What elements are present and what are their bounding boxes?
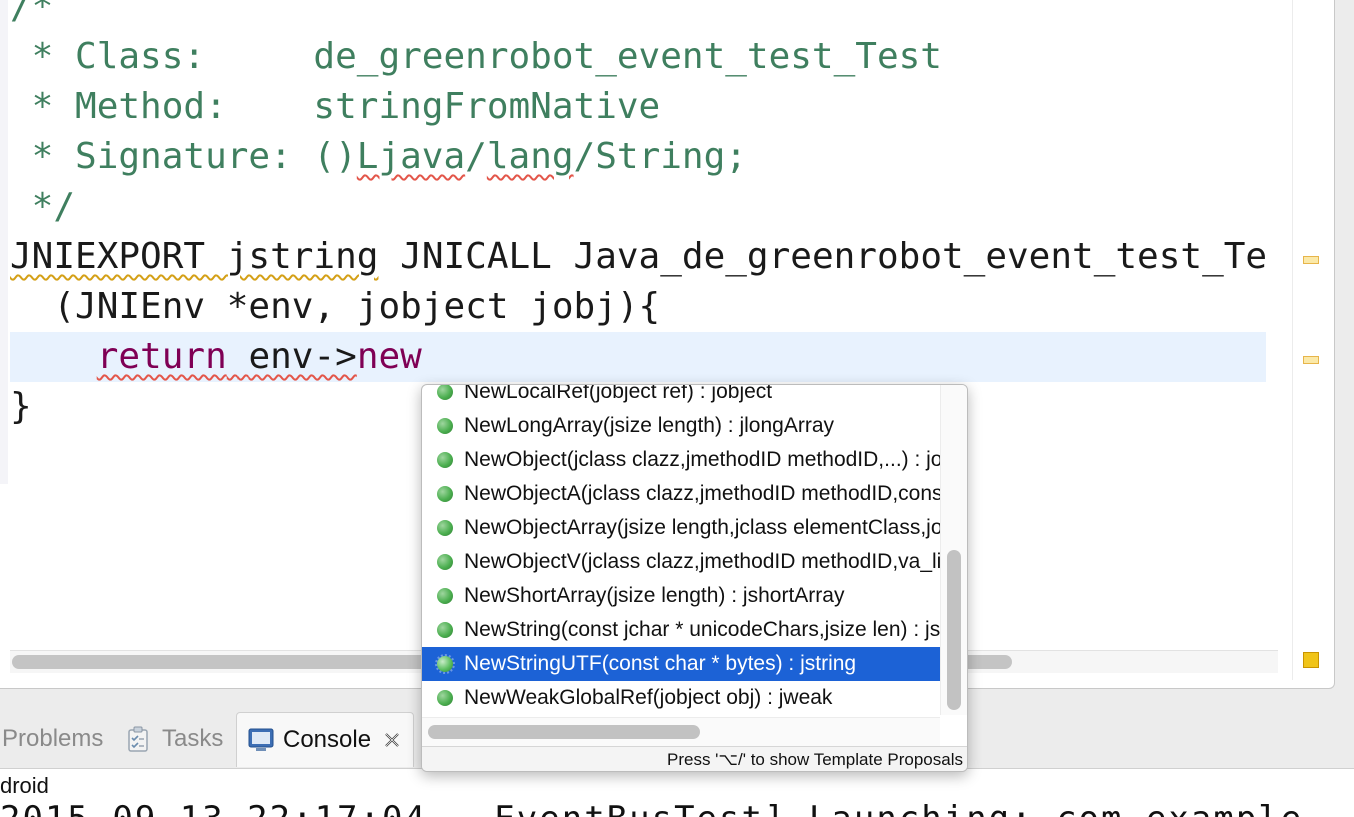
code-token: return — [96, 336, 227, 377]
code-token: } — [10, 386, 32, 427]
proposal-item[interactable]: NewObjectA(jclass clazz,jmethodID method… — [422, 477, 940, 511]
proposal-label: NewObject(jclass clazz,jmethodID methodI… — [464, 448, 940, 471]
public-method-icon — [437, 588, 453, 604]
console-icon — [247, 726, 275, 754]
public-method-icon — [437, 418, 453, 434]
proposal-label: NewObjectA(jclass clazz,jmethodID method… — [464, 482, 940, 505]
close-icon[interactable] — [381, 729, 403, 751]
popup-hscroll-thumb[interactable] — [428, 725, 700, 739]
code-line[interactable]: JNIEXPORT jstring JNICALL Java_de_greenr… — [10, 232, 1266, 282]
proposal-label: NewWeakGlobalRef(jobject obj) : jweak — [464, 686, 833, 709]
public-method-icon — [437, 452, 453, 468]
proposal-label: NewLongArray(jsize length) : jlongArray — [464, 414, 834, 437]
code-token: lang — [486, 136, 574, 177]
console-output[interactable]: droid 2015-09-13 22:17:04 - EventBusTest… — [0, 768, 1354, 817]
code-token: JNICALL Java_de_greenrobot_event_test_Te… — [400, 236, 1266, 277]
proposal-item[interactable]: NewObjectV(jclass clazz,jmethodID method… — [422, 545, 940, 579]
public-method-icon — [437, 486, 453, 502]
code-token: Ljava — [356, 136, 466, 177]
proposal-item[interactable]: NewWeakGlobalRef(jobject obj) : jweak — [422, 681, 940, 711]
proposal-item[interactable]: NewShortArray(jsize length) : jshortArra… — [422, 579, 940, 613]
editor-gutter — [0, 0, 8, 484]
tab-label: Tasks — [162, 725, 224, 752]
tab-tasks[interactable]: Tasks — [124, 712, 223, 766]
code-line[interactable]: /* — [10, 0, 1266, 32]
proposal-label: NewObjectArray(jsize length,jclass eleme… — [464, 516, 940, 539]
overview-ruler[interactable] — [1292, 0, 1329, 680]
code-token: / — [465, 136, 487, 177]
console-line: droid — [0, 773, 49, 798]
tab-label: Console — [283, 726, 372, 753]
public-method-icon — [437, 554, 453, 570]
popup-vertical-scrollbar[interactable] — [940, 385, 967, 715]
public-method-icon — [435, 654, 455, 674]
public-method-icon — [437, 622, 453, 638]
proposal-label: NewStringUTF(const char * bytes) : jstri… — [464, 652, 857, 675]
code-line[interactable]: * Signature: ()Ljava/lang/String; — [10, 132, 1266, 182]
tasks-icon — [124, 724, 154, 754]
tab-label: Problems — [2, 725, 104, 752]
proposal-item[interactable]: NewString(const jchar * unicodeChars,jsi… — [422, 613, 940, 647]
proposal-item[interactable]: NewLocalRef(jobject ref) : jobject — [422, 384, 940, 409]
code-token: */ — [10, 186, 76, 227]
tab-problems[interactable]: Problems — [2, 712, 103, 766]
proposal-item[interactable]: NewObjectArray(jsize length,jclass eleme… — [422, 511, 940, 545]
code-token: (JNIEnv *env, jobject jobj){ — [10, 286, 661, 327]
warning-marker-icon[interactable] — [1303, 256, 1319, 264]
code-token: /* — [10, 0, 54, 27]
proposal-label: NewString(const jchar * unicodeChars,jsi… — [464, 618, 940, 641]
code-line-current[interactable]: return env->new — [10, 332, 1266, 382]
proposal-item[interactable]: NewObject(jclass clazz,jmethodID methodI… — [422, 443, 940, 477]
proposal-list[interactable]: NewLocalRef(jobject ref) : jobject NewLon… — [422, 384, 940, 711]
popup-scroll-thumb[interactable] — [947, 550, 961, 710]
code-token: env-> — [248, 336, 357, 377]
tab-console[interactable]: Console — [236, 712, 415, 767]
code-line[interactable]: */ — [10, 182, 1266, 232]
proposal-label: NewShortArray(jsize length) : jshortArra… — [464, 584, 845, 607]
code-line[interactable]: (JNIEnv *env, jobject jobj){ — [10, 282, 1266, 332]
code-token: * Method: stringFromNative — [10, 86, 661, 127]
public-method-icon — [437, 520, 453, 536]
console-line: 2015-09-13 22:17:04 - EventBusTest] Laun… — [0, 799, 1303, 817]
public-method-icon — [437, 690, 453, 706]
content-assist-popup[interactable]: NewLocalRef(jobject ref) : jobject NewLon… — [421, 384, 968, 772]
code-line[interactable]: * Method: stringFromNative — [10, 82, 1266, 132]
code-line[interactable]: * Class: de_greenrobot_event_test_Test — [10, 32, 1266, 82]
proposal-label: NewLocalRef(jobject ref) : jobject — [464, 384, 773, 403]
proposal-item[interactable]: NewLongArray(jsize length) : jlongArray — [422, 409, 940, 443]
proposal-item-selected[interactable]: NewStringUTF(const char * bytes) : jstri… — [422, 647, 940, 681]
overview-status-icon[interactable] — [1303, 652, 1319, 668]
warning-marker-icon[interactable] — [1303, 356, 1319, 364]
code-token: * Signature: () — [10, 136, 357, 177]
public-method-icon — [437, 385, 453, 400]
code-token: /String; — [573, 136, 747, 177]
popup-status-hint: Press '⌥/' to show Template Proposals — [422, 746, 967, 771]
popup-horizontal-scrollbar[interactable] — [422, 717, 940, 746]
proposal-label: NewObjectV(jclass clazz,jmethodID method… — [464, 550, 940, 573]
code-token: * Class: de_greenrobot_event_test_Test — [10, 36, 942, 77]
code-token: JNIEXPORT jstring — [10, 236, 379, 277]
code-token: new — [356, 336, 422, 377]
